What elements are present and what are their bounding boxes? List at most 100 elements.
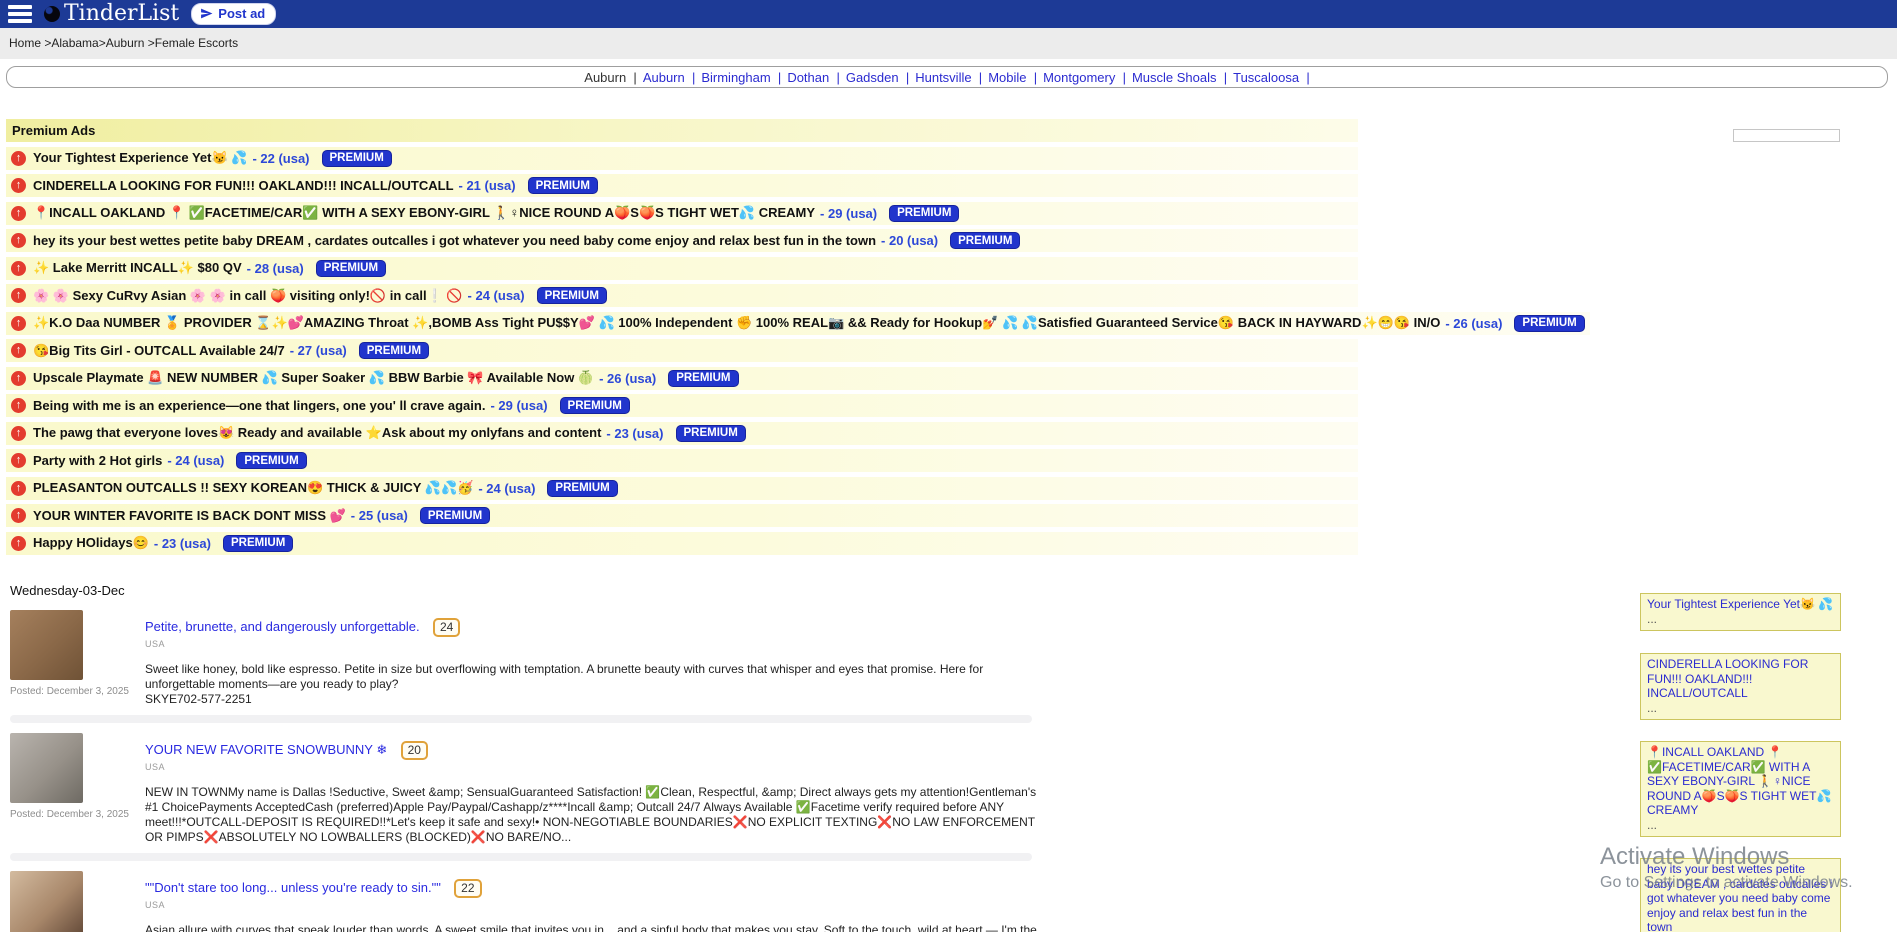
listing-thumbnail[interactable]	[10, 871, 83, 932]
listing-separator	[10, 715, 1032, 723]
premium-ad-title: CINDERELLA LOOKING FOR FUN!!! OAKLAND!!!…	[33, 178, 454, 193]
city-link-tuscaloosa[interactable]: Tuscaloosa	[1233, 70, 1310, 85]
premium-ad-age: - 24 (usa)	[167, 453, 224, 468]
listing-location: USA	[145, 900, 1050, 910]
posted-date: Posted: December 3, 2025	[10, 686, 129, 697]
breadcrumb[interactable]: Home >Alabama>Auburn >Female Escorts	[0, 28, 1897, 59]
brand-icon	[44, 6, 60, 22]
premium-ad-title: 📍INCALL OAKLAND 📍 ✅FACETIME/CAR✅ WITH A …	[33, 205, 815, 221]
premium-ad-title: Happy HOlidays😊	[33, 535, 149, 551]
listing-description: NEW IN TOWNMy name is Dallas !Seductive,…	[145, 785, 1050, 845]
site-logo[interactable]: TinderList	[44, 3, 179, 25]
listing-location: USA	[145, 639, 1050, 649]
premium-ad-title: hey its your best wettes petite baby DRE…	[33, 233, 876, 248]
paper-plane-icon	[200, 7, 213, 20]
sidebar-ad-title: 📍INCALL OAKLAND 📍 ✅FACETIME/CAR✅ WITH A …	[1647, 745, 1834, 818]
age-badge: 20	[401, 741, 428, 760]
premium-ad-age: - 25 (usa)	[351, 508, 408, 523]
post-ad-label: Post ad	[218, 6, 265, 21]
premium-badge: PREMIUM	[236, 452, 306, 469]
listing-thumbnail[interactable]	[10, 610, 83, 680]
city-link-montgomery[interactable]: Montgomery	[1043, 70, 1126, 85]
premium-badge: PREMIUM	[889, 205, 959, 222]
listing-title-link[interactable]: YOUR NEW FAVORITE SNOWBUNNY ❄	[145, 742, 387, 757]
premium-ad-row[interactable]: Being with me is an experience—one that …	[6, 394, 1358, 417]
premium-ad-row[interactable]: ✨K.O Daa NUMBER 🏅 PROVIDER ⌛✨💕AMAZING Th…	[6, 312, 1590, 335]
premium-ad-row[interactable]: Your Tightest Experience Yet😼 💦 - 22 (us…	[6, 147, 1358, 170]
premium-ad-title: Upscale Playmate 🚨 NEW NUMBER 💦 Super So…	[33, 370, 594, 386]
description-line: Asian allure with curves that speak loud…	[145, 923, 1050, 932]
date-header: Wednesday-03-Dec	[10, 583, 1897, 598]
premium-ad-row[interactable]: 😘Big Tits Girl - OUTCALL Available 24/7 …	[6, 339, 1358, 362]
premium-ad-age: - 27 (usa)	[290, 343, 347, 358]
premium-ad-row[interactable]: YOUR WINTER FAVORITE IS BACK DONT MISS 💕…	[6, 504, 1358, 527]
premium-ads-section: Premium Ads Your Tightest Experience Yet…	[6, 119, 1358, 555]
bump-up-icon	[11, 261, 26, 276]
premium-ad-title: The pawg that everyone loves😻 Ready and …	[33, 425, 601, 441]
post-ad-button[interactable]: Post ad	[191, 3, 276, 25]
listing-item: Posted: December 3, 2025 YOUR NEW FAVORI…	[10, 729, 1010, 845]
premium-ad-age: - 24 (usa)	[478, 481, 535, 496]
bump-up-icon	[11, 508, 26, 523]
premium-ad-row[interactable]: CINDERELLA LOOKING FOR FUN!!! OAKLAND!!!…	[6, 174, 1358, 197]
premium-ad-title: ✨K.O Daa NUMBER 🏅 PROVIDER ⌛✨💕AMAZING Th…	[33, 315, 1440, 331]
premium-ad-row[interactable]: ✨ Lake Merritt INCALL✨ $80 QV - 28 (usa)…	[6, 257, 1358, 280]
city-current: Auburn	[584, 70, 637, 85]
premium-ad-row[interactable]: The pawg that everyone loves😻 Ready and …	[6, 422, 1358, 445]
premium-ad-title: PLEASANTON OUTCALLS !! SEXY KOREAN😍 THIC…	[33, 480, 473, 496]
city-nav-box: Auburn Auburn Birmingham Dothan Gadsden …	[6, 66, 1888, 88]
premium-badge: PREMIUM	[322, 150, 392, 167]
bump-up-icon	[11, 206, 26, 221]
premium-badge: PREMIUM	[560, 397, 630, 414]
premium-ad-age: - 20 (usa)	[881, 233, 938, 248]
sidebar-ad-box[interactable]: Your Tightest Experience Yet😼 💦 ...	[1640, 593, 1841, 631]
posted-date: Posted: December 3, 2025	[10, 809, 129, 820]
bump-up-icon	[11, 343, 26, 358]
sidebar-ad-box[interactable]: CINDERELLA LOOKING FOR FUN!!! OAKLAND!!!…	[1640, 653, 1841, 720]
premium-badge: PREMIUM	[537, 287, 607, 304]
city-link-dothan[interactable]: Dothan	[787, 70, 840, 85]
premium-ad-row[interactable]: Happy HOlidays😊 - 23 (usa) PREMIUM	[6, 532, 1358, 555]
sidebar-ad-box[interactable]: hey its your best wettes petite baby DRE…	[1640, 858, 1841, 932]
premium-badge: PREMIUM	[316, 260, 386, 277]
premium-ad-row[interactable]: hey its your best wettes petite baby DRE…	[6, 229, 1358, 252]
listing-description: Sweet like honey, bold like espresso. Pe…	[145, 662, 1050, 707]
premium-ad-title: Your Tightest Experience Yet😼 💦	[33, 150, 247, 166]
sidebar-ad-box[interactable]: 📍INCALL OAKLAND 📍 ✅FACETIME/CAR✅ WITH A …	[1640, 741, 1841, 837]
listing-title-link[interactable]: ""Don't stare too long... unless you're …	[145, 880, 441, 895]
premium-ad-row[interactable]: Upscale Playmate 🚨 NEW NUMBER 💦 Super So…	[6, 367, 1358, 390]
bump-up-icon	[11, 151, 26, 166]
top-navigation-bar: TinderList Post ad	[0, 0, 1897, 28]
bump-up-icon	[11, 481, 26, 496]
premium-ad-row[interactable]: 📍INCALL OAKLAND 📍 ✅FACETIME/CAR✅ WITH A …	[6, 202, 1358, 225]
listing-separator	[10, 853, 1032, 861]
premium-badge: PREMIUM	[1514, 315, 1584, 332]
premium-badge: PREMIUM	[223, 535, 293, 552]
bump-up-icon	[11, 453, 26, 468]
age-badge: 22	[454, 879, 481, 898]
premium-ad-row[interactable]: PLEASANTON OUTCALLS !! SEXY KOREAN😍 THIC…	[6, 477, 1358, 500]
menu-icon[interactable]	[8, 5, 32, 23]
premium-ad-age: - 24 (usa)	[468, 288, 525, 303]
sidebar-premium-list: Your Tightest Experience Yet😼 💦 ... CIND…	[1640, 593, 1841, 932]
description-line: Sweet like honey, bold like espresso. Pe…	[145, 662, 1050, 692]
city-link-gadsden[interactable]: Gadsden	[846, 70, 909, 85]
premium-ad-age: - 21 (usa)	[459, 178, 516, 193]
description-line: SKYE702-577-2251	[145, 692, 1050, 707]
premium-ad-age: - 22 (usa)	[252, 151, 309, 166]
premium-ad-row[interactable]: 🌸 🌸 Sexy CuRvy Asian 🌸 🌸 in call 🍑 visit…	[6, 284, 1358, 307]
listing-item: Posted: December 3, 2025 ""Don't stare t…	[10, 867, 1010, 932]
premium-ad-row[interactable]: Party with 2 Hot girls - 24 (usa) PREMIU…	[6, 449, 1358, 472]
listing-item: Posted: December 3, 2025 Petite, brunett…	[10, 606, 1010, 707]
listing-thumbnail[interactable]	[10, 733, 83, 803]
premium-ad-age: - 29 (usa)	[490, 398, 547, 413]
city-link-muscle-shoals[interactable]: Muscle Shoals	[1132, 70, 1227, 85]
sidebar-ad-title: hey its your best wettes petite baby DRE…	[1647, 862, 1834, 932]
city-link-birmingham[interactable]: Birmingham	[701, 70, 781, 85]
age-badge: 24	[433, 618, 460, 637]
bump-up-icon	[11, 233, 26, 248]
city-link-mobile[interactable]: Mobile	[988, 70, 1037, 85]
city-link-auburn[interactable]: Auburn	[643, 70, 696, 85]
city-link-huntsville[interactable]: Huntsville	[915, 70, 982, 85]
listing-title-link[interactable]: Petite, brunette, and dangerously unforg…	[145, 619, 420, 634]
